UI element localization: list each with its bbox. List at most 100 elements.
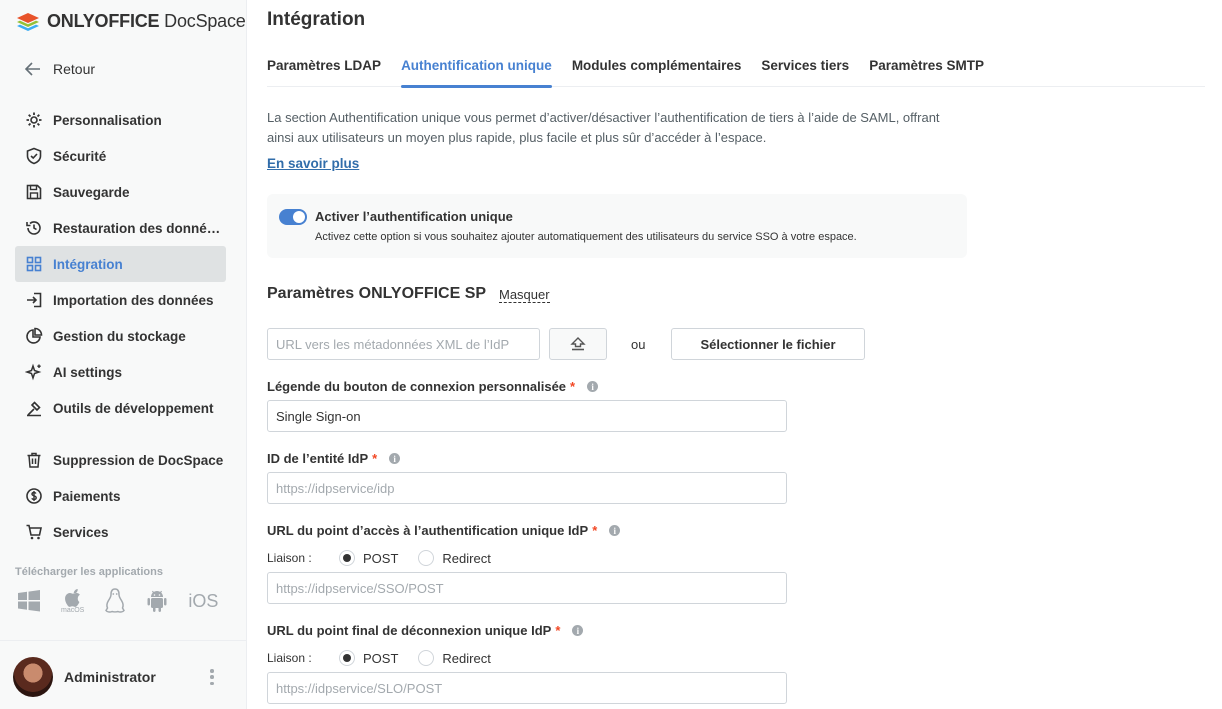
button-caption-label: Légende du bouton de connexion personnal… (267, 379, 599, 394)
or-label: ou (631, 337, 646, 352)
sso-toggle-box: Activer l’authentification unique Active… (267, 194, 967, 258)
slo-redirect-radio[interactable] (418, 650, 435, 666)
radio-label: POST (363, 550, 399, 566)
gear-icon (26, 112, 42, 128)
page-title: Intégration (267, 9, 366, 30)
dev-tools-icon (27, 401, 41, 417)
sidebar-item-label: Outils de développement (53, 400, 214, 416)
tab-third-party[interactable]: Services tiers (761, 58, 849, 87)
sidebar-item-label: Restauration des donné… (53, 220, 221, 236)
account-nav: Suppression de DocSpace Paiements Servic… (15, 442, 226, 550)
tab-ldap[interactable]: Paramètres LDAP (267, 58, 381, 87)
ios-icon[interactable]: iOS (188, 591, 218, 612)
android-icon[interactable] (146, 589, 168, 613)
sidebar-item-sauvegarde[interactable]: Sauvegarde (15, 174, 226, 210)
sso-enable-toggle[interactable] (279, 209, 307, 225)
back-button[interactable]: Retour (25, 61, 95, 77)
sso-description: La section Authentification unique vous … (267, 110, 940, 145)
sidebar-item-importation[interactable]: Importation des données (15, 282, 226, 318)
toggle-subtitle: Activez cette option si vous souhaitez a… (315, 231, 857, 243)
download-apps-label: Télécharger les applications (15, 566, 163, 578)
grid-icon (26, 256, 42, 272)
slo-binding-row: Liaison : POST Redirect (267, 650, 511, 666)
avatar[interactable] (13, 657, 53, 697)
sso-url-input[interactable] (267, 572, 787, 604)
hide-section-link[interactable]: Masquer (499, 287, 550, 303)
sidebar-item-restauration[interactable]: Restauration des donné… (15, 210, 226, 246)
back-label: Retour (53, 61, 96, 77)
sidebar-item-integration[interactable]: Intégration (15, 246, 226, 282)
sidebar-item-dev-tools[interactable]: Outils de développement (15, 390, 226, 426)
profile-name: Administrator (64, 669, 156, 685)
upload-metadata-button[interactable] (549, 328, 607, 360)
metadata-url-input[interactable] (267, 328, 540, 360)
import-icon (27, 292, 42, 308)
sso-post-radio[interactable] (339, 550, 355, 566)
arrow-left-icon (25, 62, 40, 76)
sidebar: ONLYOFFICE DocSpace Retour Personnalisat… (0, 0, 247, 709)
sso-redirect-radio[interactable] (418, 550, 435, 566)
button-caption-input[interactable] (267, 400, 787, 432)
sidebar-item-label: Sauvegarde (53, 184, 130, 200)
info-icon[interactable]: i (587, 381, 599, 392)
dollar-icon (26, 488, 42, 504)
tab-plugins[interactable]: Modules complémentaires (572, 58, 742, 87)
trash-icon (27, 452, 41, 468)
learn-more-link[interactable]: En savoir plus (267, 156, 359, 171)
settings-nav: Personnalisation Sécurité Sauvegarde Res… (15, 102, 226, 426)
sidebar-item-securite[interactable]: Sécurité (15, 138, 226, 174)
toggle-title: Activer l’authentification unique (315, 209, 513, 224)
entity-id-input[interactable] (267, 472, 787, 504)
sidebar-item-personnalisation[interactable]: Personnalisation (15, 102, 226, 138)
sp-section-title: Paramètres ONLYOFFICE SP (267, 285, 487, 302)
required-mark: * (592, 523, 598, 538)
required-mark: * (372, 451, 378, 466)
entity-id-label: ID de l’entité IdP * i (267, 451, 401, 466)
slo-post-radio[interactable] (339, 650, 355, 666)
binding-label: Liaison : (267, 551, 312, 565)
onlyoffice-logo-icon (17, 13, 39, 31)
sidebar-item-ai-settings[interactable]: AI settings (15, 354, 226, 390)
sidebar-item-label: Personnalisation (53, 112, 162, 128)
tab-smtp[interactable]: Paramètres SMTP (869, 58, 984, 87)
slo-url-input[interactable] (267, 672, 787, 704)
sidebar-item-paiements[interactable]: Paiements (15, 478, 226, 514)
radio-label: POST (363, 650, 399, 666)
required-mark: * (570, 379, 576, 394)
tab-sso[interactable]: Authentification unique (401, 58, 552, 88)
info-icon[interactable]: i (389, 453, 401, 464)
sidebar-item-stockage[interactable]: Gestion du stockage (15, 318, 226, 354)
tab-bar: Paramètres LDAP Authentification unique … (267, 58, 1205, 88)
profile-menu-button[interactable] (205, 667, 219, 687)
sidebar-item-label: Sécurité (53, 148, 107, 164)
info-icon[interactable]: i (609, 525, 621, 536)
required-mark: * (555, 623, 561, 638)
logo[interactable]: ONLYOFFICE DocSpace (15, 8, 246, 34)
sidebar-item-label: Importation des données (53, 292, 214, 308)
sidebar-item-label: Gestion du stockage (53, 328, 186, 344)
macos-icon[interactable]: macOS (61, 588, 84, 614)
select-file-button[interactable]: Sélectionner le fichier (671, 328, 865, 360)
ios-label: iOS (188, 590, 219, 611)
shield-icon (26, 147, 42, 165)
sidebar-item-label: Intégration (53, 256, 123, 272)
upload-icon (570, 337, 586, 351)
sidebar-item-services[interactable]: Services (15, 514, 226, 550)
sidebar-item-label: AI settings (53, 364, 123, 380)
sso-binding-row: Liaison : POST Redirect (267, 550, 511, 566)
save-icon (26, 184, 42, 200)
sso-url-label: URL du point d’accès à l’authentificatio… (267, 523, 621, 538)
radio-label: Redirect (442, 650, 491, 666)
radio-label: Redirect (442, 550, 491, 566)
info-icon[interactable]: i (572, 625, 584, 636)
sparkle-icon (25, 363, 42, 381)
sidebar-item-label: Suppression de DocSpace (53, 452, 224, 468)
sidebar-item-label: Services (53, 524, 109, 540)
linux-icon[interactable] (104, 588, 126, 614)
sidebar-item-suppression[interactable]: Suppression de DocSpace (15, 442, 226, 478)
windows-icon[interactable] (17, 590, 41, 612)
slo-url-label: URL du point final de déconnexion unique… (267, 623, 584, 638)
restore-icon (26, 221, 41, 235)
binding-label: Liaison : (267, 651, 312, 665)
cart-icon (26, 524, 42, 540)
